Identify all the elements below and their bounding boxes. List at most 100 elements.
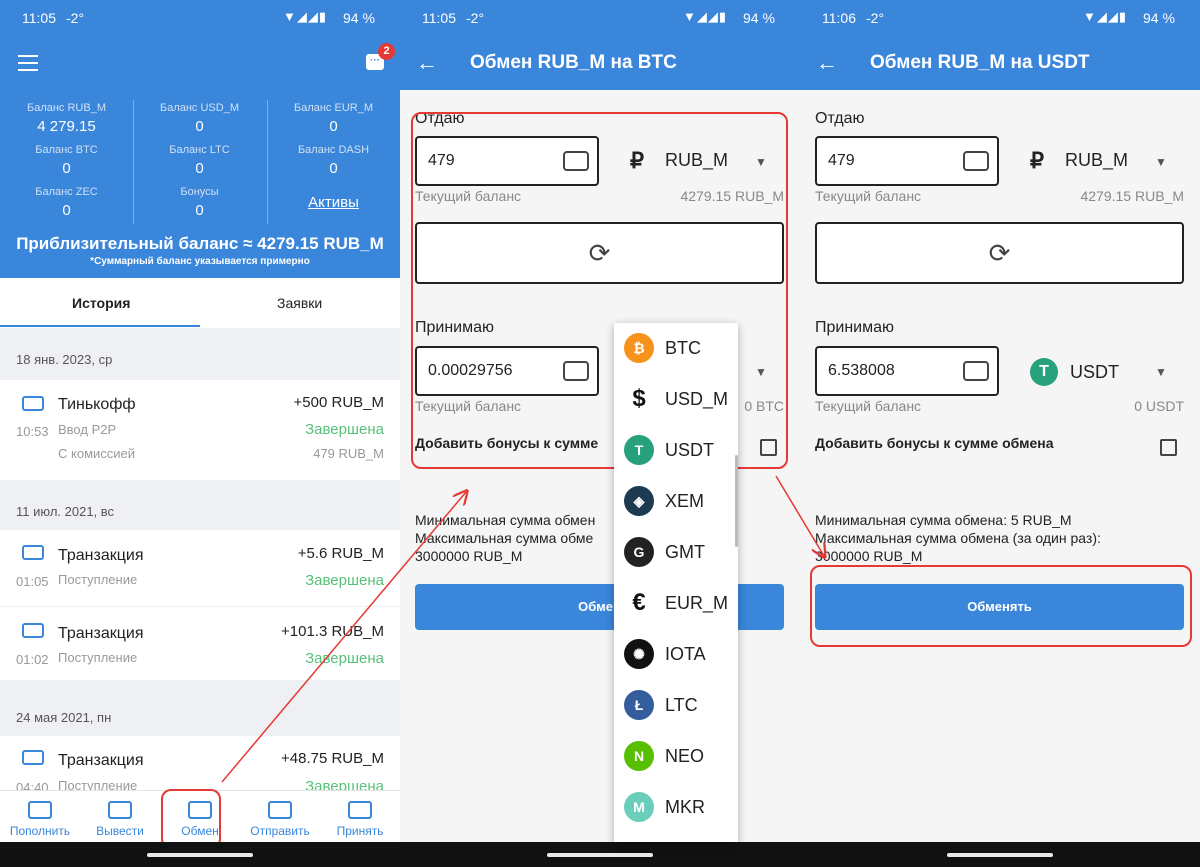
menu-icon[interactable] (18, 55, 38, 71)
dropdown-item-mkr[interactable]: M MKR (614, 782, 738, 833)
chevron-down-icon[interactable]: ▼ (1155, 155, 1167, 169)
min-amount: Минимальная сумма обмен (415, 512, 596, 528)
tab-requests[interactable]: Заявки (277, 295, 322, 311)
tether-icon: T (1030, 358, 1058, 386)
maker-icon: M (624, 792, 654, 822)
divider (0, 606, 400, 607)
nav-send[interactable]: Отправить (240, 791, 320, 843)
clock: 11:05 (22, 10, 56, 26)
notification-badge: 2 (378, 43, 395, 60)
tx-name: Транзакция (58, 547, 144, 564)
home-indicator[interactable] (547, 853, 653, 857)
tab-indicator (0, 325, 200, 327)
home-indicator[interactable] (947, 853, 1053, 857)
gmt-icon: G (624, 537, 654, 567)
battery: 94 % (743, 10, 775, 26)
balance-eur: Баланс EUR_M 0 (293, 102, 373, 135)
receive-icon (348, 801, 372, 819)
dropdown-item-neo[interactable]: N NEO (614, 731, 738, 782)
min-amount: Минимальная сумма обмена: 5 RUB_M (815, 512, 1072, 528)
swap-button[interactable]: ⟳ (815, 222, 1184, 284)
dropdown-item-iota[interactable]: ✺ IOTA (614, 629, 738, 680)
euro-icon: € (624, 588, 654, 618)
dropdown-item-usd_m[interactable]: $ USD_M (614, 374, 738, 425)
bonus-checkbox[interactable] (1160, 439, 1177, 456)
iota-icon: ✺ (624, 639, 654, 669)
tx-status: Завершена (305, 421, 384, 438)
dropdown-item-eur_m[interactable]: € EUR_M (614, 578, 738, 629)
home-indicator[interactable] (147, 853, 253, 857)
transaction-icon (22, 623, 44, 638)
tether-icon: T (624, 435, 654, 465)
history-list: 18 янв. 2023, ср Тинькофф +500 RUB_M 10:… (0, 328, 400, 790)
tab-history[interactable]: История (72, 295, 130, 311)
nav-deposit[interactable]: Пополнить (0, 791, 80, 843)
tx-type: Поступление (58, 650, 138, 665)
tx-type: Поступление (58, 778, 138, 790)
date-header: 18 янв. 2023, ср (16, 352, 113, 367)
dropdown-item-label: EUR_M (665, 593, 729, 613)
balance-ltc: Баланс LTC 0 (169, 144, 230, 177)
list-item[interactable]: Транзакция +48.75 RUB_M 04:40 Поступлени… (0, 736, 400, 790)
tx-amount: +48.75 RUB_M (281, 750, 384, 767)
tx-type: Ввод P2P (58, 422, 117, 437)
approx-note: *Суммарный баланс указывается примерно (90, 256, 310, 267)
tx-name: Транзакция (58, 752, 144, 769)
tx-name: Транзакция (58, 625, 144, 642)
status-bar: 11:06 -2° ▼◢◢▮ 94 % (800, 0, 1200, 36)
dropdown-item-usdt[interactable]: T USDT (614, 425, 738, 476)
signal-icons: ▼◢◢▮ (1083, 9, 1128, 24)
dropdown-item-label: NEO (665, 746, 705, 766)
status-bar: 11:05 -2° ▼◢◢▮ 94 % (400, 0, 800, 36)
tx-amount: +101.3 RUB_M (281, 623, 384, 640)
tx-type: Поступление (58, 572, 138, 587)
list-group: Транзакция +5.6 RUB_M 01:05 Поступление … (0, 530, 400, 680)
max-amount: Максимальная сумма обме (415, 530, 594, 546)
signal-icons: ▼◢◢▮ (683, 9, 728, 24)
tx-time: 01:05 (16, 574, 49, 589)
receive-amount-input[interactable]: 6.538008 (815, 346, 999, 396)
date-header: 24 мая 2021, пн (16, 710, 112, 725)
clock: 11:06 (822, 10, 856, 26)
dropdown-item-label: XEM (665, 491, 705, 511)
nem-icon: ◈ (624, 486, 654, 516)
dropdown-item-ltc[interactable]: Ł LTC (614, 680, 738, 731)
balance-label: Текущий баланс (815, 398, 922, 414)
dropdown-scrollbar[interactable] (735, 455, 738, 547)
chevron-down-icon[interactable]: ▼ (1155, 365, 1167, 379)
tx-status: Завершена (305, 778, 384, 790)
dropdown-item-xem[interactable]: ◈ XEM (614, 476, 738, 527)
dropdown-item-label: IOTA (665, 644, 706, 664)
balance-dash: Баланс DASH 0 (297, 144, 370, 177)
app-bar: ← Обмен RUB_M на BTC (400, 36, 800, 90)
tx-extra: С комиссией (58, 446, 136, 461)
nav-withdraw[interactable]: Вывести (80, 791, 160, 843)
dropdown-item-btc[interactable]: ₿ BTC (614, 323, 738, 374)
back-arrow-icon[interactable]: ← (816, 50, 838, 76)
nav-receive[interactable]: Принять (320, 791, 400, 843)
withdraw-icon (108, 801, 132, 819)
wallet-icon[interactable] (963, 151, 989, 171)
page-title: Обмен RUB_M на BTC (470, 52, 677, 73)
tx-name: Тинькофф (58, 396, 136, 413)
assets-link[interactable]: Активы (267, 194, 400, 212)
balance-usd: Баланс USD_M 0 (159, 102, 239, 135)
screen-exchange-usdt: 11:06 -2° ▼◢◢▮ 94 % ← Обмен RUB_M на USD… (800, 0, 1200, 867)
neo-icon: N (624, 741, 654, 771)
date-header: 11 июл. 2021, вс (16, 504, 115, 519)
dollar-icon: $ (624, 384, 654, 414)
dropdown-item-gmt[interactable]: G GMT (614, 527, 738, 578)
approx-balance: Приблизительный баланс ≈ 4279.15 RUB_M (16, 234, 384, 253)
dropdown-item-label: USDT (665, 440, 714, 460)
give-amount-input[interactable]: 479 (815, 136, 999, 186)
wallet-icon[interactable] (963, 361, 989, 381)
tx-extra-amount: 479 RUB_M (313, 446, 384, 461)
litecoin-icon: Ł (624, 690, 654, 720)
back-arrow-icon[interactable]: ← (416, 50, 438, 76)
signal-icons: ▼◢◢▮ (283, 9, 328, 24)
receive-label: Принимаю (815, 319, 895, 336)
tx-time: 01:02 (16, 652, 49, 667)
list-item[interactable]: Тинькофф +500 RUB_M 10:53 Ввод P2P Завер… (0, 380, 400, 480)
status-bar: 11:05 -2° ▼◢◢▮ 94 % (0, 0, 400, 36)
transaction-icon (22, 545, 44, 560)
